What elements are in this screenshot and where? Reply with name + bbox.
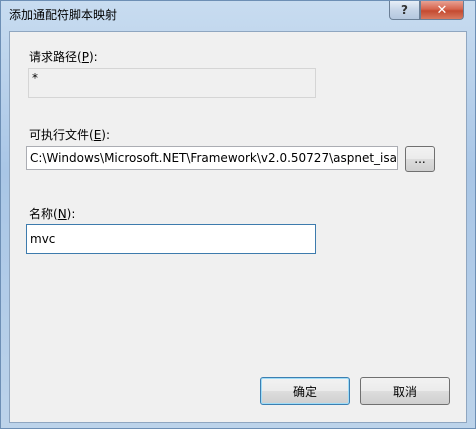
close-button[interactable]: ✕ (420, 1, 464, 20)
cancel-button[interactable]: 取消 (360, 377, 450, 405)
close-icon: ✕ (436, 2, 448, 18)
dialog-content: 请求路径(P): * 可执行文件(E): C:\Windows\Microsof… (9, 31, 467, 423)
request-path-field: * (28, 68, 316, 98)
ok-button[interactable]: 确定 (260, 377, 350, 405)
help-button[interactable]: ? (389, 1, 420, 20)
name-input[interactable]: mvc (26, 224, 316, 254)
executable-label: 可执行文件(E): (29, 128, 111, 142)
title-bar[interactable]: 添加通配符脚本映射 ? ✕ (1, 1, 475, 27)
dialog-window: 添加通配符脚本映射 ? ✕ 请求路径(P): * 可执行文件(E): C:\Wi… (0, 0, 476, 429)
executable-path-input[interactable]: C:\Windows\Microsoft.NET\Framework\v2.0.… (26, 146, 398, 170)
name-label: 名称(N): (29, 207, 76, 221)
browse-button[interactable]: ... (405, 146, 435, 172)
request-path-label: 请求路径(P): (29, 50, 98, 64)
window-title: 添加通配符脚本映射 (9, 8, 118, 22)
